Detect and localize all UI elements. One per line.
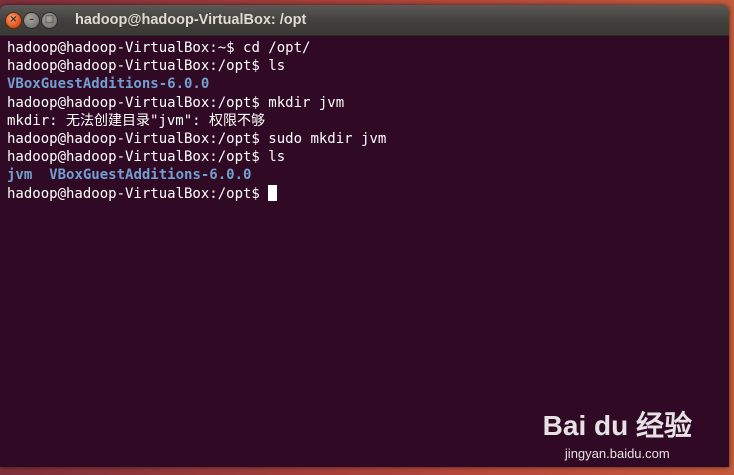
title-bar[interactable]: × – □ hadoop@hadoop-VirtualBox: /opt (0, 5, 729, 36)
prompt: hadoop@hadoop-VirtualBox:/opt$ (7, 94, 269, 111)
terminal-line: hadoop@hadoop-VirtualBox:/opt$ (7, 184, 729, 203)
text-cursor (268, 184, 278, 201)
watermark-url: jingyan.baidu.com (564, 446, 670, 461)
prompt: hadoop@hadoop-VirtualBox:/opt$ (7, 58, 269, 75)
maximize-icon[interactable]: □ (42, 12, 57, 28)
command: cd /opt/ (243, 40, 311, 56)
watermark-logo: Bai du 经验 (543, 404, 692, 444)
terminal-line: hadoop@hadoop-VirtualBox:/opt$ ls (7, 148, 729, 166)
command-output: mkdir: 无法创建目录"jvm": 权限不够 (7, 112, 266, 129)
terminal-window: × – □ hadoop@hadoop-VirtualBox: /opt had… (0, 5, 729, 467)
terminal-line: hadoop@hadoop-VirtualBox:/opt$ sudo mkdi… (7, 130, 729, 148)
close-icon[interactable]: × (6, 12, 21, 28)
terminal-line: VBoxGuestAdditions-6.0.0 (7, 75, 729, 93)
terminal-line: mkdir: 无法创建目录"jvm": 权限不够 (7, 112, 729, 130)
prompt: hadoop@hadoop-VirtualBox:/opt$ (7, 130, 269, 147)
command: mkdir jvm (268, 94, 345, 111)
terminal-line: hadoop@hadoop-VirtualBox:/opt$ mkdir jvm (7, 94, 729, 112)
terminal-line: hadoop@hadoop-VirtualBox:~$ cd /opt/ (7, 39, 729, 57)
minimize-icon[interactable]: – (24, 12, 39, 28)
terminal-output[interactable]: hadoop@hadoop-VirtualBox:~$ cd /opt/hado… (0, 36, 729, 467)
directory-entry: VBoxGuestAdditions-6.0.0 (7, 76, 210, 93)
window-title: hadoop@hadoop-VirtualBox: /opt (75, 12, 307, 28)
prompt: hadoop@hadoop-VirtualBox:/opt$ (7, 149, 269, 166)
watermark-logo-text: Bai du 经验 (542, 410, 692, 441)
prompt: hadoop@hadoop-VirtualBox:~$ (7, 40, 244, 56)
baidu-watermark: Bai du 经验 jingyan.baidu.com (543, 404, 692, 461)
command: ls (268, 149, 286, 166)
command: sudo mkdir jvm (268, 130, 387, 147)
directory-entry: VBoxGuestAdditions-6.0.0 (49, 167, 252, 184)
directory-entry: jvm (7, 167, 33, 184)
terminal-line: jvm VBoxGuestAdditions-6.0.0 (7, 166, 729, 184)
terminal-line: hadoop@hadoop-VirtualBox:/opt$ ls (7, 57, 729, 75)
window-controls: × – □ (6, 12, 57, 28)
prompt: hadoop@hadoop-VirtualBox:/opt$ (7, 185, 269, 202)
command: ls (268, 58, 286, 75)
